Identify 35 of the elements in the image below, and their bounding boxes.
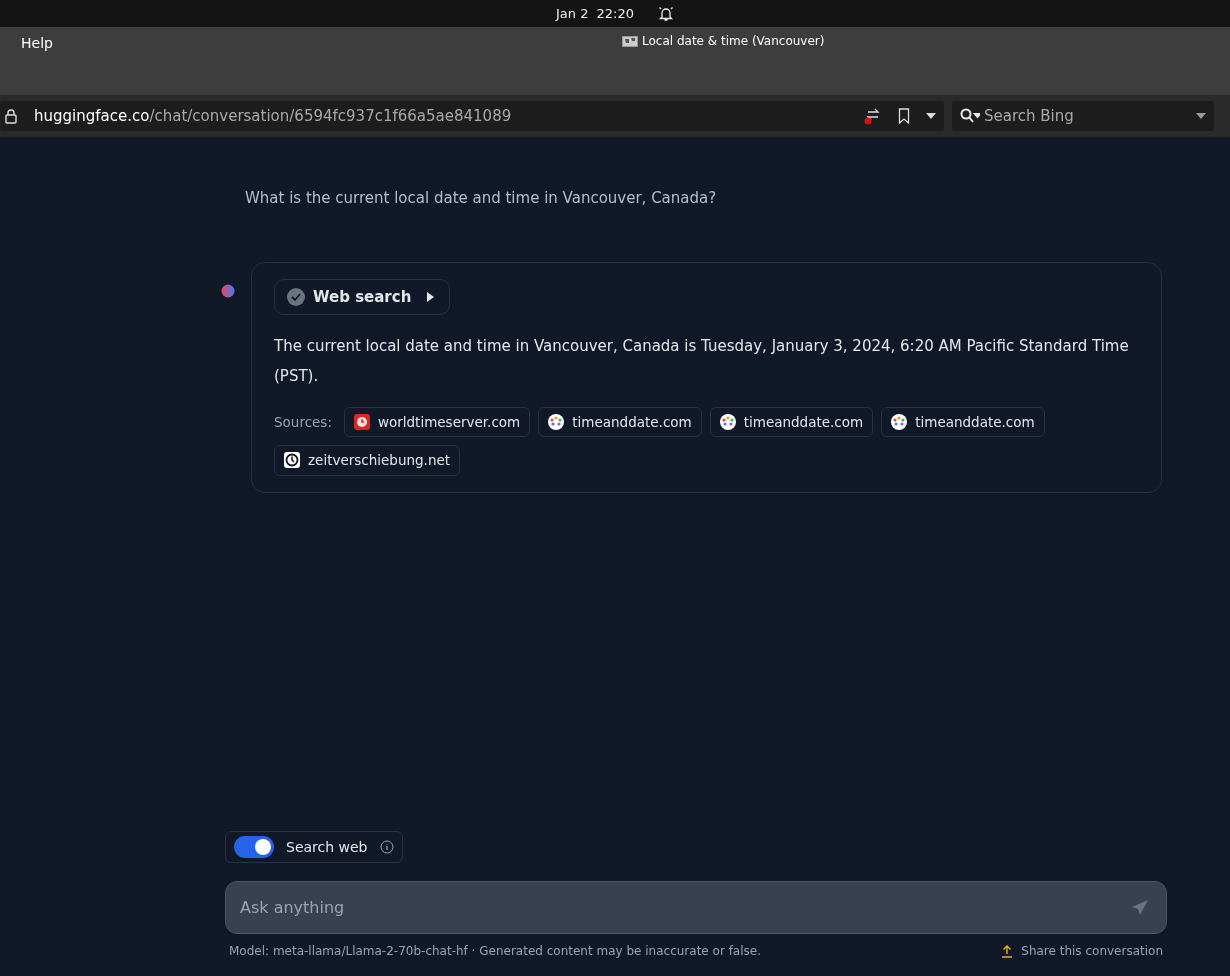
dropdown-icon[interactable]	[926, 113, 936, 119]
window-title: Local date & time (Vancouver)	[642, 33, 825, 50]
source-link[interactable]: zeitverschiebung.net	[274, 445, 461, 476]
dropdown-icon[interactable]	[1196, 113, 1206, 119]
search-web-toggle[interactable]: Search web	[225, 831, 403, 863]
user-message: What is the current local date and time in Vancouver, Canada?	[244, 188, 718, 209]
sources-label: Sources:	[274, 413, 332, 432]
clock-icon	[284, 452, 300, 469]
source-link[interactable]: timeanddate.com	[709, 407, 874, 438]
dots-logo-icon	[891, 414, 908, 431]
source-link[interactable]: worldtimeserver.com	[343, 407, 531, 438]
answer-text: The current local date and time in Vancouver, Canada is Tuesday, January 3, 2024, 6:20 AM Pacific Standard Time (PST).	[274, 336, 1130, 387]
share-link[interactable]: Share this conversation	[1001, 942, 1163, 960]
search-icon	[960, 108, 980, 124]
swap-icon[interactable]	[864, 107, 882, 125]
toggle-switch[interactable]	[234, 836, 274, 858]
bookmark-icon[interactable]	[898, 108, 910, 124]
lock-icon	[4, 108, 18, 124]
bell-icon[interactable]	[657, 5, 674, 22]
dots-logo-icon	[719, 414, 736, 431]
system-date: Jan 2	[556, 4, 589, 23]
search-field[interactable]: Search Bing	[952, 101, 1214, 131]
clock-logo-icon	[353, 414, 370, 431]
message-input[interactable]: Ask anything	[225, 881, 1167, 934]
upload-icon	[1001, 944, 1014, 958]
system-time: 22:20	[596, 4, 634, 23]
info-icon[interactable]	[379, 840, 394, 854]
dots-logo-icon	[548, 414, 565, 431]
source-link[interactable]: timeanddate.com	[538, 407, 702, 438]
source-link[interactable]: timeanddate.com	[881, 407, 1045, 438]
help-menu[interactable]: Help	[21, 33, 53, 54]
assistant-avatar-icon	[221, 283, 235, 298]
model-disclaimer: Model: meta-llama/Llama-2-70b-chat-hf · Generated content may be inaccurate or false.	[229, 943, 761, 960]
web-search-button[interactable]: Web search	[274, 278, 451, 315]
check-icon	[287, 287, 305, 306]
